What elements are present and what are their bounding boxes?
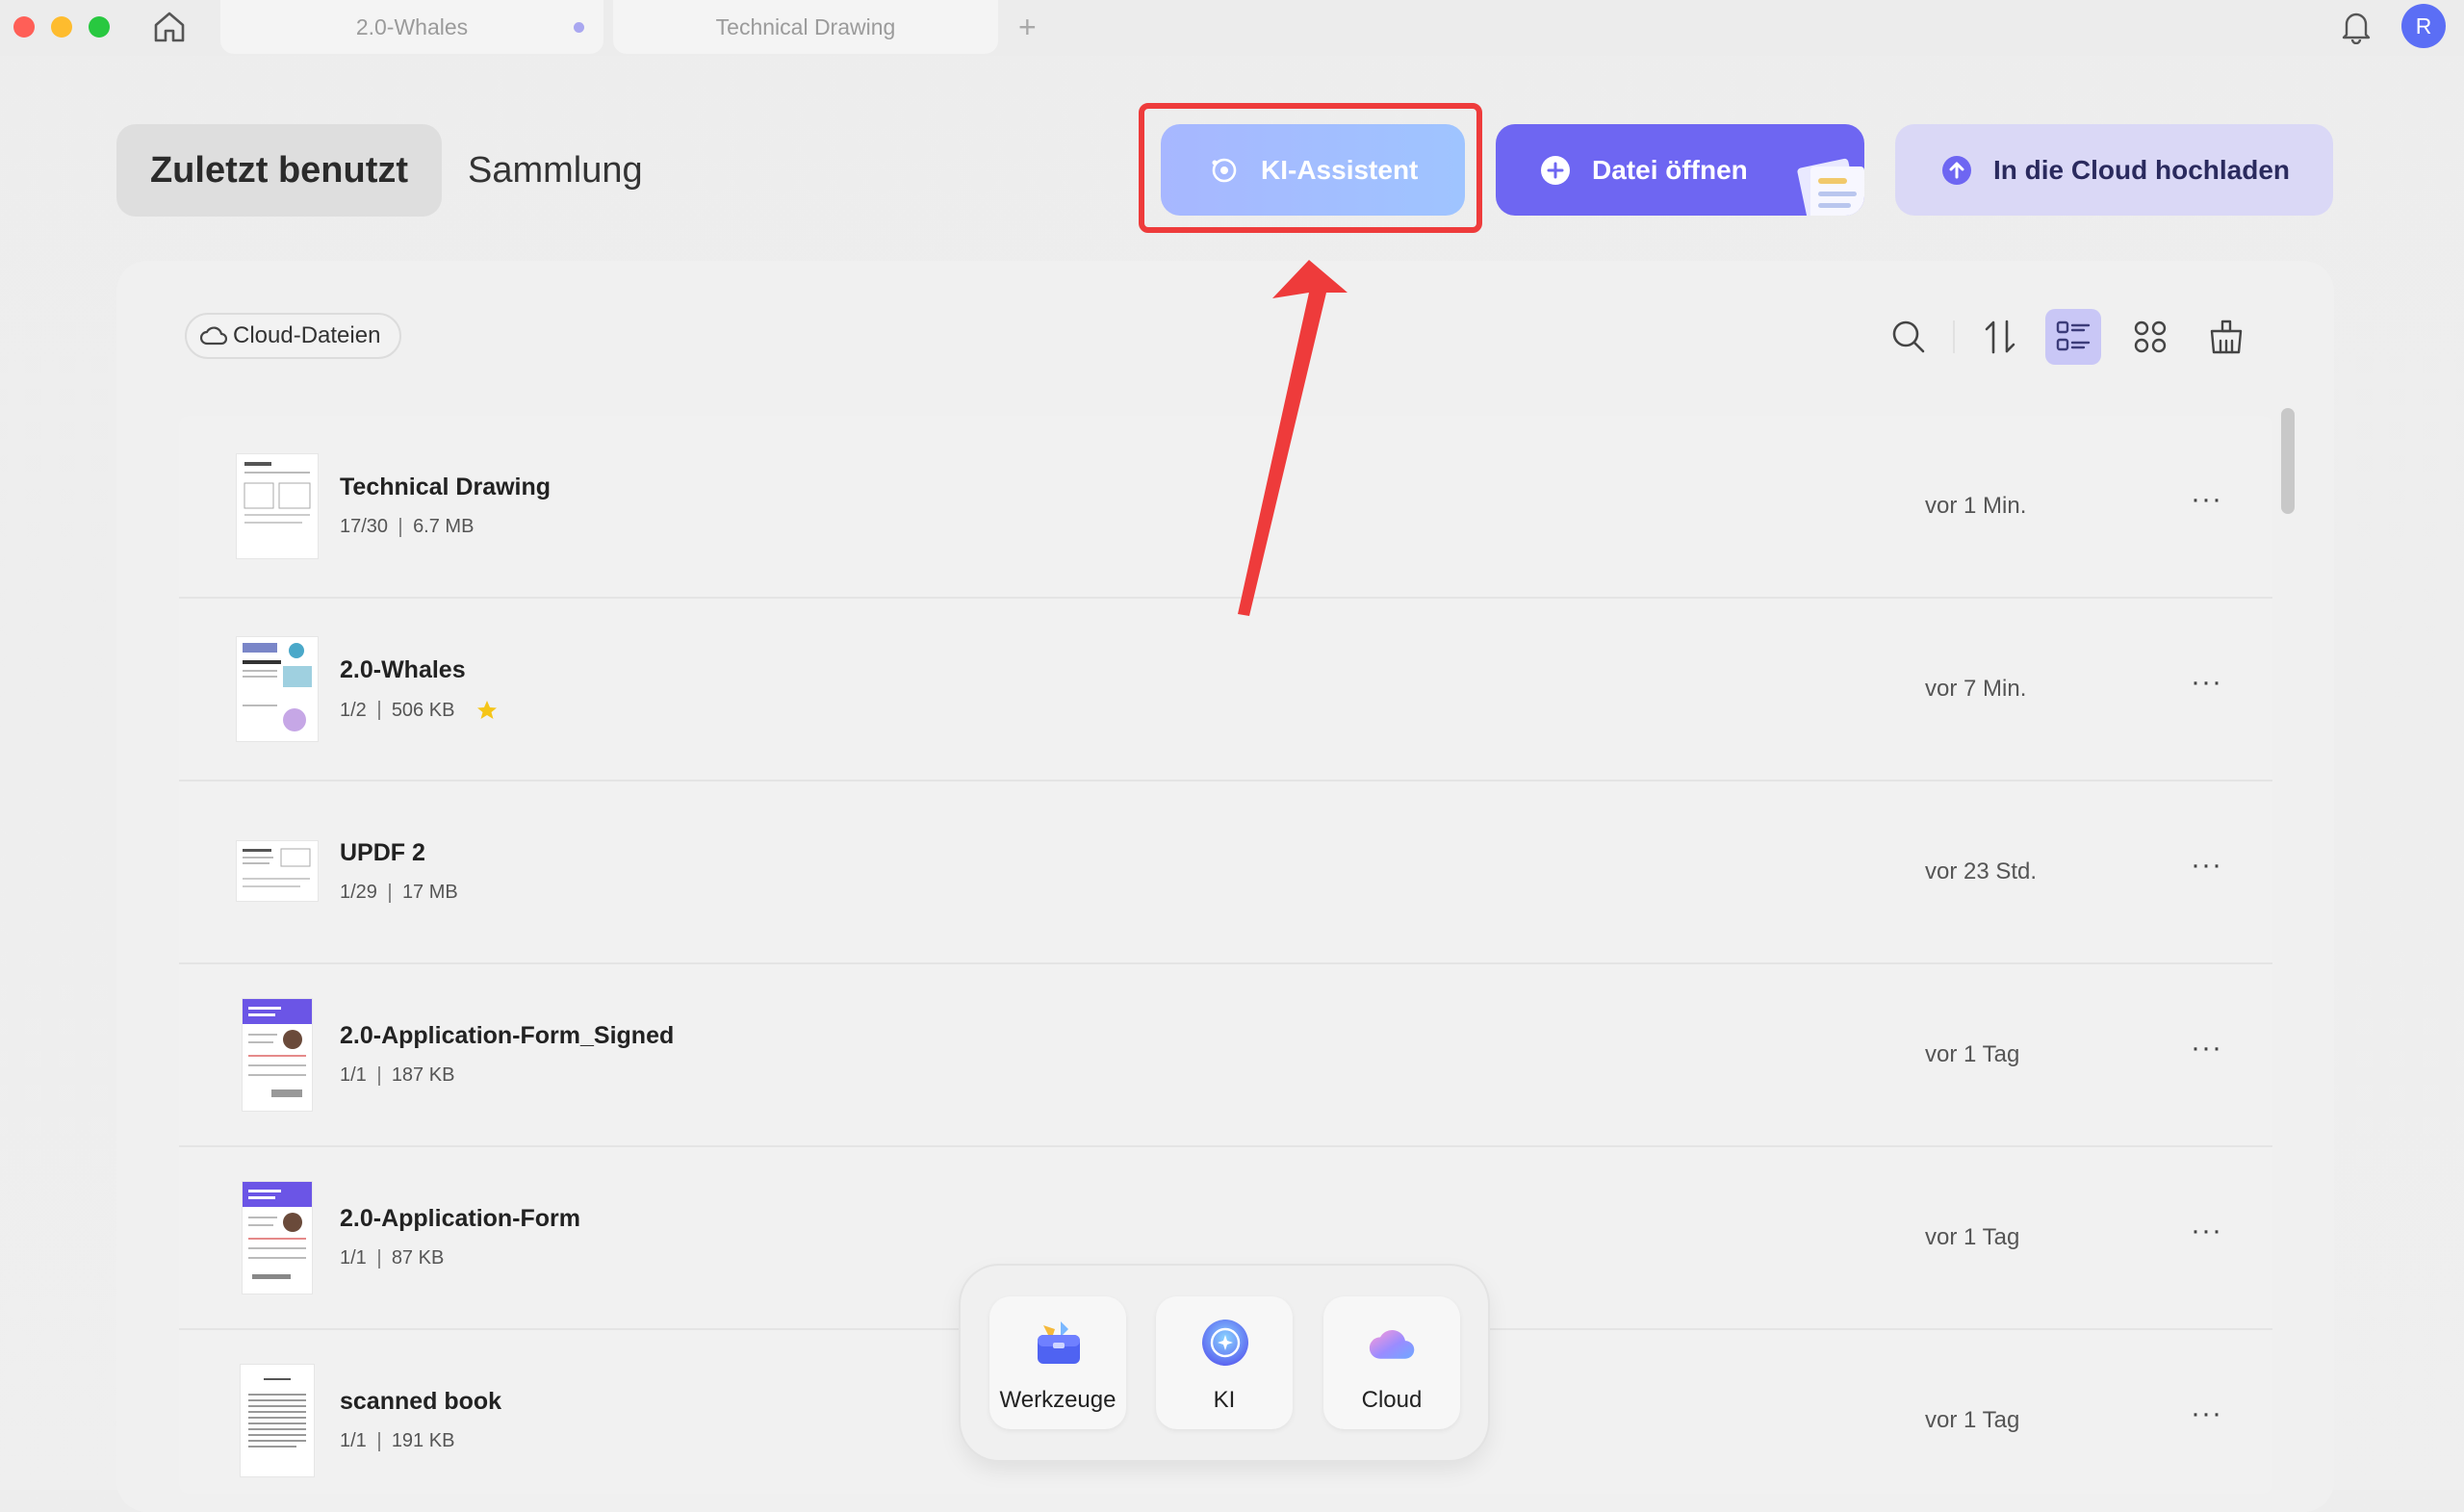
file-meta: 1/1 191 KB (340, 1430, 454, 1452)
file-thumbnail (243, 1182, 312, 1294)
dock-ai-button[interactable]: KI (1156, 1296, 1293, 1429)
file-pages: 1/1 (340, 1064, 367, 1086)
more-icon[interactable]: ··· (2191, 1032, 2222, 1064)
file-size: 17 MB (401, 882, 458, 903)
dock-tools-label: Werkzeuge (999, 1387, 1116, 1413)
ai-icon (1200, 1318, 1250, 1368)
file-size: 506 KB (391, 699, 455, 721)
unsaved-dot (574, 22, 584, 33)
cloud-files-label: Cloud-Dateien (233, 322, 381, 348)
file-meta: 1/1 87 KB (340, 1247, 444, 1269)
new-tab-button[interactable]: + (1018, 10, 1037, 44)
bell-icon[interactable] (2337, 8, 2375, 46)
bottom-dock: Werkzeuge KI Cloud (961, 1266, 1488, 1460)
tab-technical-drawing[interactable]: Technical Drawing (613, 0, 998, 54)
cloud-icon (1368, 1318, 1418, 1368)
sort-icon[interactable] (1972, 309, 2028, 365)
close-window-button[interactable] (13, 16, 35, 38)
annotation-arrow (1238, 260, 1348, 616)
file-time: vor 1 Tag (1925, 1224, 2020, 1250)
file-size: 6.7 MB (413, 516, 475, 537)
file-pages: 1/1 (340, 1430, 367, 1451)
file-meta: 1/2 506 KB (340, 699, 499, 722)
file-time: vor 1 Tag (1925, 1041, 2020, 1067)
more-icon[interactable]: ··· (2191, 849, 2222, 882)
dock-tools-button[interactable]: Werkzeuge (989, 1296, 1126, 1429)
file-thumbnail (237, 841, 318, 901)
file-time: vor 7 Min. (1925, 676, 2027, 702)
title-bar: 2.0-Whales Technical Drawing + R (0, 0, 2464, 56)
upload-icon (1941, 155, 1972, 186)
file-thumbnail (237, 454, 318, 558)
file-thumbnail (237, 637, 318, 741)
file-pages: 17/30 (340, 516, 389, 537)
cloud-files-button[interactable]: Cloud-Dateien (185, 313, 402, 359)
more-icon[interactable]: ··· (2191, 1215, 2222, 1247)
tab-recent[interactable]: Zuletzt benutzt (116, 124, 442, 217)
file-pages: 1/1 (340, 1247, 367, 1269)
star-icon (475, 699, 499, 722)
file-time: vor 23 Std. (1925, 859, 2038, 884)
upload-cloud-button[interactable]: In die Cloud hochladen (1895, 124, 2333, 216)
file-thumbnail (243, 999, 312, 1111)
cloud-outline-icon (200, 325, 227, 346)
file-time: vor 1 Min. (1925, 493, 2027, 519)
more-icon[interactable]: ··· (2191, 666, 2222, 699)
file-name: Technical Drawing (340, 474, 552, 500)
table-row[interactable]: 2.0-Whales 1/2 506 KB vor 7 Min. ··· (179, 599, 2272, 782)
more-icon[interactable]: ··· (2191, 483, 2222, 516)
upload-cloud-label: In die Cloud hochladen (1993, 154, 2290, 185)
dock-cloud-label: Cloud (1361, 1387, 1423, 1413)
toolbox-icon (1034, 1318, 1084, 1368)
tab-label: 2.0-Whales (355, 13, 469, 39)
zoom-window-button[interactable] (89, 16, 110, 38)
search-icon[interactable] (1881, 309, 1937, 365)
dock-ai-label: KI (1213, 1387, 1236, 1413)
open-file-label: Datei öffnen (1592, 154, 1748, 185)
tab-collection[interactable]: Sammlung (468, 124, 643, 217)
file-meta: 1/29 17 MB (340, 882, 458, 904)
more-icon[interactable]: ··· (2191, 1397, 2222, 1430)
file-pages: 1/2 (340, 699, 367, 721)
table-row[interactable]: 2.0-Application-Form_Signed 1/1 187 KB vo… (179, 964, 2272, 1147)
minimize-window-button[interactable] (51, 16, 72, 38)
home-icon[interactable] (150, 8, 189, 46)
open-file-button[interactable]: Datei öffnen (1496, 124, 1864, 216)
file-name: UPDF 2 (340, 839, 425, 866)
file-name: 2.0-Whales (340, 656, 466, 683)
file-meta: 1/1 187 KB (340, 1064, 454, 1087)
plus-circle-icon (1540, 155, 1571, 186)
scrollbar[interactable] (2281, 408, 2295, 514)
avatar[interactable]: R (2401, 4, 2446, 48)
clean-icon[interactable] (2198, 309, 2254, 365)
file-size: 187 KB (391, 1064, 455, 1086)
tab-whales[interactable]: 2.0-Whales (220, 0, 603, 54)
table-row[interactable]: UPDF 2 1/29 17 MB vor 23 Std. ··· (179, 782, 2272, 964)
file-name: scanned book (340, 1388, 502, 1415)
grid-view-icon[interactable] (2122, 309, 2178, 365)
file-meta: 17/30 6.7 MB (340, 516, 474, 538)
toolbar-divider (1953, 320, 1955, 353)
file-name: 2.0-Application-Form_Signed (340, 1022, 675, 1049)
file-size: 87 KB (391, 1247, 445, 1269)
file-thumbnail (241, 1365, 314, 1476)
highlight-box (1139, 103, 1482, 233)
file-time: vor 1 Tag (1925, 1407, 2020, 1433)
tab-label: Technical Drawing (715, 13, 896, 39)
dock-cloud-button[interactable]: Cloud (1323, 1296, 1460, 1429)
list-view-icon[interactable] (2045, 309, 2101, 365)
documents-icon (1797, 158, 1864, 216)
file-pages: 1/29 (340, 882, 377, 903)
file-name: 2.0-Application-Form (340, 1205, 581, 1232)
file-size: 191 KB (391, 1430, 455, 1451)
